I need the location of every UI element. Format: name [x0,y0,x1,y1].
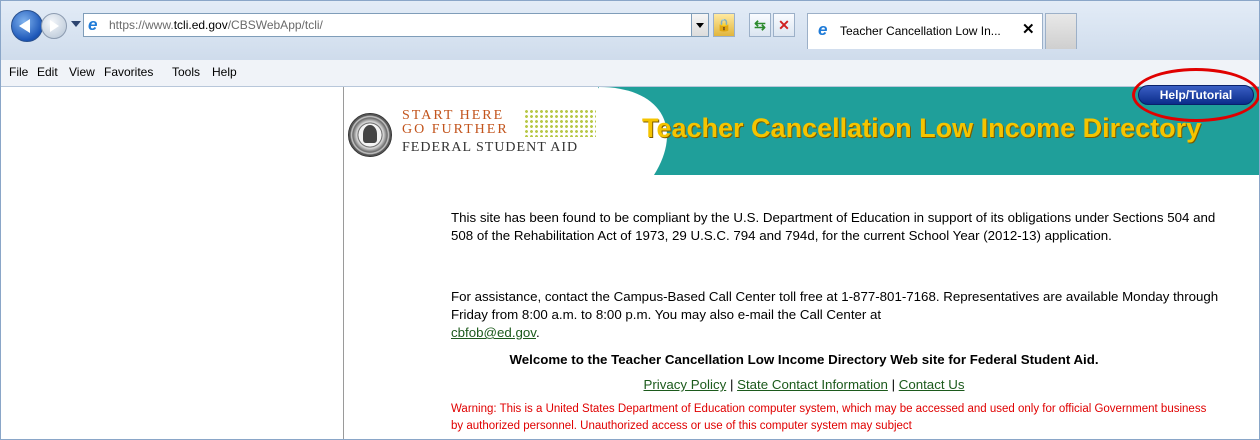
ie-icon: e [88,15,98,34]
assistance-text: For assistance, contact the Campus-Based… [451,288,1221,342]
address-dropdown-button[interactable] [691,13,709,37]
menu-favorites[interactable]: Favorites [104,64,153,80]
lock-icon: 🔒 [716,18,732,32]
security-lock-button[interactable]: 🔒 [713,13,735,37]
fsa-logo[interactable]: START HERE GO FURTHER FEDERAL STUDENT AI… [344,87,598,175]
ie-icon: e [818,20,828,39]
forward-button[interactable] [41,13,67,39]
back-icon [19,19,30,33]
forward-icon [50,20,59,32]
tree-icon [363,125,377,143]
page-content: START HERE GO FURTHER FEDERAL STUDENT AI… [344,68,1259,439]
logo-go-further: GO FURTHER [402,122,509,137]
browser-tab[interactable]: e Teacher Cancellation Low In... ✕ [807,13,1043,49]
page-viewport: START HERE GO FURTHER FEDERAL STUDENT AI… [1,68,1259,439]
footer-links: Privacy Policy | State Contact Informati… [404,376,1204,393]
warning-text: Warning: This is a United States Departm… [451,403,1207,432]
close-icon[interactable]: ✕ [1022,22,1035,38]
back-button[interactable] [11,10,43,42]
chevron-down-icon [696,23,704,28]
menu-view[interactable]: View [69,64,95,80]
seal-icon [348,113,392,157]
state-contact-link[interactable]: State Contact Information [737,377,888,392]
page-title: Teacher Cancellation Low Income Director… [642,113,1202,143]
menu-help[interactable]: Help [212,64,237,80]
menu-tools[interactable]: Tools [172,64,200,80]
stop-button[interactable]: ✕ [773,13,795,37]
stop-icon: ✕ [778,17,790,33]
navigation-bar: e https://www.tcli.ed.gov/CBSWebApp/tcli… [1,1,1259,59]
link-separator: | [726,377,738,392]
site-banner: START HERE GO FURTHER FEDERAL STUDENT AI… [344,68,1259,175]
email-link[interactable]: cbfob@ed.gov [451,325,536,340]
url-text[interactable]: https://www.tcli.ed.gov/CBSWebApp/tcli/ [109,18,323,33]
compliance-text: This site has been found to be compliant… [451,210,1216,243]
email-suffix: . [535,325,540,340]
link-separator: | [887,377,899,392]
help-tutorial-button[interactable]: Help/Tutorial [1138,85,1254,105]
menu-file[interactable]: File [9,64,28,80]
browser-window: e https://www.tcli.ed.gov/CBSWebApp/tcli… [0,0,1260,440]
privacy-policy-link[interactable]: Privacy Policy [643,377,726,392]
history-dropdown-icon[interactable] [71,21,81,27]
compatibility-icon: ⇆ [754,17,766,33]
menu-bar: File Edit View Favorites Tools Help [1,59,1259,87]
new-tab-button[interactable] [1045,13,1077,49]
address-bar[interactable]: e https://www.tcli.ed.gov/CBSWebApp/tcli… [83,13,709,37]
logo-start-here: START HERE [402,108,505,123]
logo-federal-student-aid: FEDERAL STUDENT AID [402,140,579,155]
contact-us-link[interactable]: Contact Us [899,377,965,392]
compatibility-view-button[interactable]: ⇆ [749,13,771,37]
left-margin [1,87,344,439]
logo-dots [524,109,596,137]
tab-title: Teacher Cancellation Low In... [840,24,1001,38]
assistance-body: For assistance, contact the Campus-Based… [451,289,1219,322]
welcome-text: Welcome to the Teacher Cancellation Low … [509,352,1099,367]
menu-edit[interactable]: Edit [37,64,58,80]
